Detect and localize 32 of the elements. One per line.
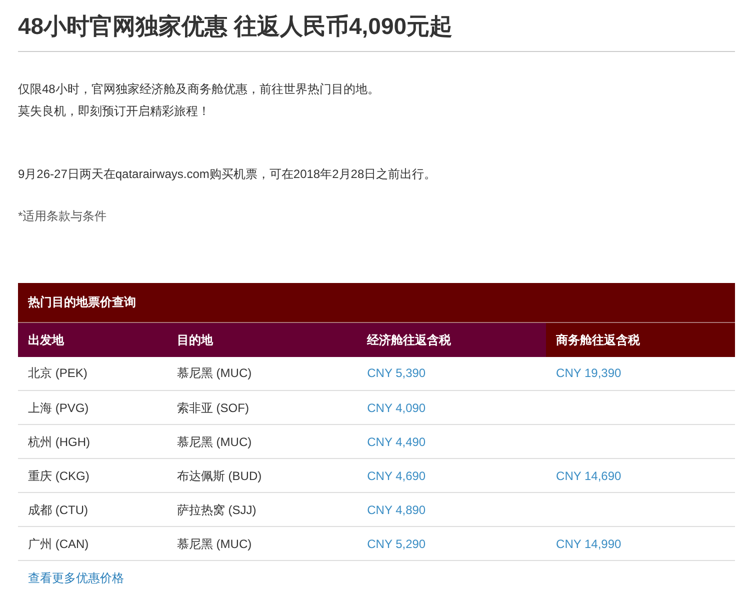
intro-text: 莫失良机，即刻预订开启精彩旅程！ xyxy=(18,102,211,120)
table-cell: 北京 (PEK) xyxy=(18,356,167,391)
table-cell: 广州 (CAN) xyxy=(18,526,167,561)
table-cell: 慕尼黑 (MUC) xyxy=(166,526,358,561)
price-link[interactable]: CNY 4,890 xyxy=(367,502,426,517)
table-cell: 杭州 (HGH) xyxy=(18,424,167,459)
sale-note: 9月26-27日两天在qatarairways.com购买机票，可在2018年2月28日之前出行。 xyxy=(18,166,438,183)
table-cell: 慕尼黑 (MUC) xyxy=(166,424,358,459)
column-header: 出发地 xyxy=(18,322,167,357)
price-link[interactable]: CNY 5,290 xyxy=(367,536,426,551)
table-cell: 成都 (CTU) xyxy=(18,492,167,527)
table-cell: 布达佩斯 (BUD) xyxy=(166,458,358,493)
table-cell: 索非亚 (SOF) xyxy=(166,390,358,425)
more-prices-link[interactable]: 查看更多优惠价格 xyxy=(28,569,124,588)
price-link[interactable]: CNY 4,690 xyxy=(367,468,426,483)
intro-text: 仅限48小时，官网独家经济舱及商务舱优惠，前往世界热门目的地。 xyxy=(18,80,380,98)
table-cell: 上海 (PVG) xyxy=(18,390,167,425)
terms-link[interactable]: *适用条款与条件 xyxy=(18,208,107,223)
price-link[interactable]: CNY 14,690 xyxy=(556,468,622,483)
table-cell: 慕尼黑 (MUC) xyxy=(166,356,358,391)
table-title: 热门目的地票价查询 xyxy=(18,282,735,323)
column-header: 商务舱往返含税 xyxy=(546,322,735,357)
price-link[interactable]: CNY 4,090 xyxy=(367,400,426,415)
price-link[interactable]: CNY 19,390 xyxy=(556,366,622,380)
column-header: 经济舱往返含税 xyxy=(357,322,546,357)
column-header: 目的地 xyxy=(166,322,358,357)
table-cell: 萨拉热窝 (SJJ) xyxy=(166,492,358,527)
price-link[interactable]: CNY 4,490 xyxy=(367,434,426,449)
price-link[interactable]: CNY 5,390 xyxy=(367,366,426,380)
page-title: 48小时官网独家优惠 往返人民币4,090元起 xyxy=(18,12,454,41)
price-link[interactable]: CNY 14,990 xyxy=(556,536,622,551)
table-cell: 重庆 (CKG) xyxy=(18,458,167,493)
